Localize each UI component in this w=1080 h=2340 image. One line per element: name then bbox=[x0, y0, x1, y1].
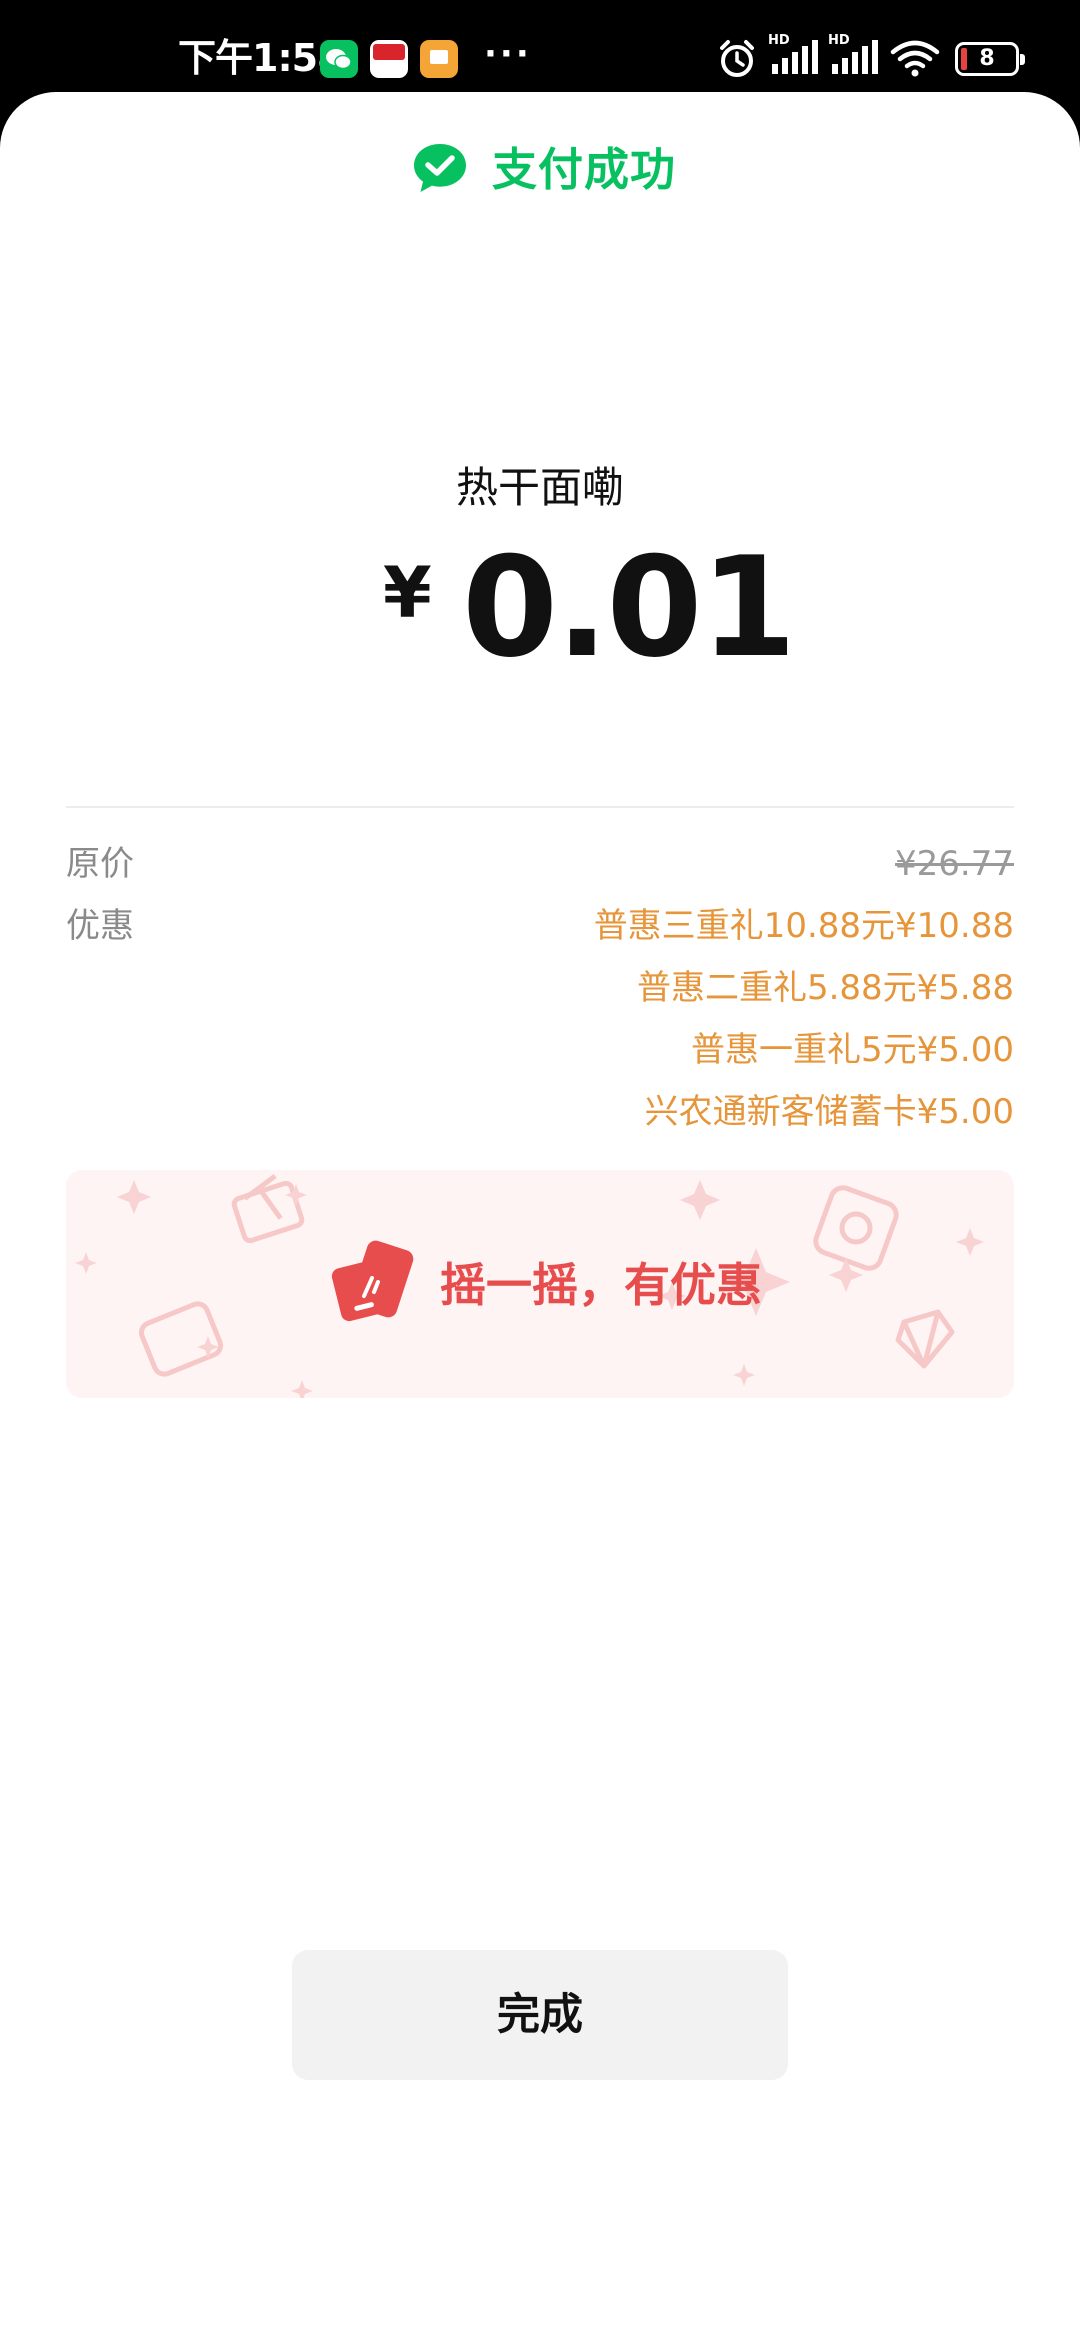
discount-list: 普惠三重礼10.88元¥10.88 普惠二重礼5.88元¥5.88 普惠一重礼5… bbox=[594, 904, 1014, 1152]
discount-item: 普惠一重礼5元¥5.00 bbox=[691, 1030, 1014, 1070]
battery-icon: 8 bbox=[955, 42, 1025, 76]
discount-item: 普惠三重礼10.88元¥10.88 bbox=[593, 906, 1014, 946]
amount-value: 0.01 bbox=[462, 527, 796, 688]
original-price-label: 原价 bbox=[66, 844, 134, 884]
pay-app-icon bbox=[370, 40, 408, 78]
divider bbox=[66, 806, 1014, 808]
payment-result-sheet: 支付成功 热干面嘞 ¥ 0.01 原价 ¥26.77 优惠 普惠三重礼10.88… bbox=[0, 92, 1080, 2340]
svg-text:HD: HD bbox=[768, 33, 790, 48]
shake-phone-icon bbox=[331, 1240, 414, 1322]
discount-label: 优惠 bbox=[66, 906, 134, 946]
signal-hd-1-icon: HD bbox=[768, 33, 818, 74]
svg-text:HD: HD bbox=[828, 33, 850, 48]
shake-for-discount-banner[interactable]: 摇一摇，有优惠 bbox=[66, 1170, 1014, 1398]
payment-success-title: 支付成功 bbox=[492, 143, 677, 196]
more-notifications-icon: ··· bbox=[484, 34, 532, 74]
original-price: ¥26.77 bbox=[895, 844, 1014, 884]
wechat-icon bbox=[320, 40, 358, 78]
signal-hd-2-icon: HD bbox=[828, 33, 878, 74]
merchant-name: 热干面嘞 bbox=[455, 463, 624, 512]
battery-level-text: 8 bbox=[979, 46, 995, 71]
alarm-icon bbox=[720, 40, 754, 77]
wechat-pay-success-icon bbox=[414, 144, 466, 192]
payment-amount: ¥ 0.01 bbox=[0, 528, 1080, 688]
discount-item: 普惠二重礼5.88元¥5.88 bbox=[636, 968, 1014, 1008]
shake-banner-text: 摇一摇，有优惠 bbox=[440, 1258, 762, 1312]
status-bar: 下午1:58 ··· HD HD 8 bbox=[0, 0, 1080, 92]
done-button[interactable]: 完成 bbox=[292, 1950, 788, 2080]
wifi-icon bbox=[890, 40, 940, 77]
notes-icon bbox=[420, 40, 458, 78]
discount-item: 兴农通新客储蓄卡¥5.00 bbox=[644, 1092, 1014, 1132]
payment-header: 支付成功 bbox=[0, 140, 1080, 204]
status-time: 下午1:58 bbox=[178, 36, 344, 80]
currency-symbol: ¥ bbox=[383, 552, 432, 634]
